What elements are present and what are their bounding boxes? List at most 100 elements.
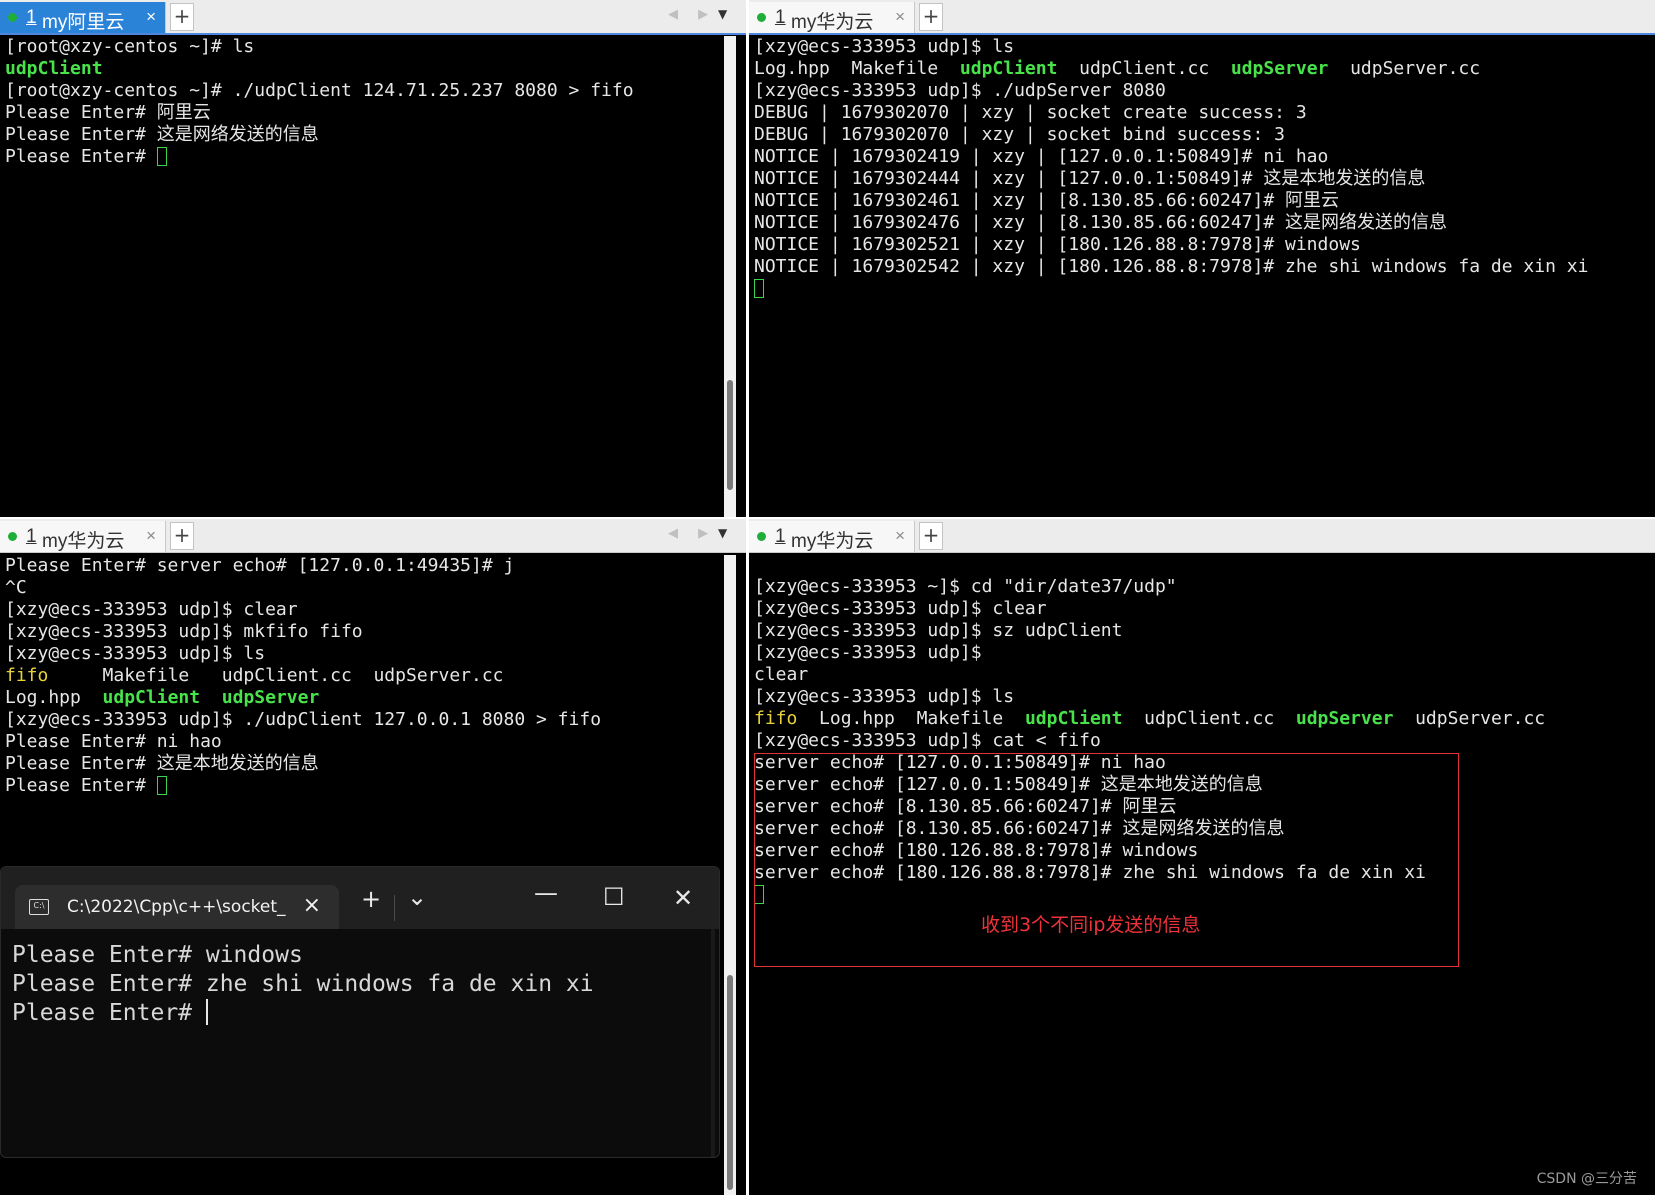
tab-huawei[interactable]: 1 my华为云 × <box>749 521 915 552</box>
maximize-button[interactable]: ☐ <box>603 883 625 911</box>
terminal-line: [xzy@ecs-333953 udp]$ ls <box>754 686 1655 708</box>
terminal-text: DEBUG | 1679302070 | xzy | socket bind s… <box>754 124 1286 145</box>
terminal-text: [xzy@ecs-333953 udp]$ ./udpClient 127.0.… <box>5 709 602 730</box>
connected-status-dot <box>8 532 17 541</box>
tab-windows-terminal[interactable]: C:\ C:\2022\Cpp\c++\socket_ × <box>15 885 339 929</box>
terminal-line: Log.hpp udpClient udpServer <box>5 687 746 709</box>
minimize-button[interactable]: — <box>534 879 558 907</box>
terminal-text: udpServer <box>1230 58 1329 79</box>
terminal-line: Please Enter# <box>5 775 746 797</box>
terminal-text: [xzy@ecs-333953 ~]$ cd "dir/date37/udp" <box>754 576 1177 597</box>
tab-nav-arrows-icon[interactable]: ◀ ▶ <box>668 526 716 541</box>
terminal-line: Please Enter# 阿里云 <box>5 102 746 124</box>
close-icon[interactable]: × <box>895 7 905 27</box>
chevron-down-icon[interactable]: ▼ <box>718 7 727 21</box>
close-icon[interactable]: × <box>146 526 156 546</box>
terminal-text: [xzy@ecs-333953 udp]$ sz udpClient <box>754 620 1123 641</box>
terminal-text: udpClient <box>1024 708 1123 729</box>
new-tab-button[interactable]: + <box>361 885 381 913</box>
terminal-text: udpServer.cc <box>1328 58 1481 79</box>
terminal-text: [xzy@ecs-333953 udp]$ ls <box>754 686 1015 707</box>
add-tab-button[interactable]: + <box>170 3 194 31</box>
terminal-line: [xzy@ecs-333953 ~]$ cd "dir/date37/udp" <box>754 576 1655 598</box>
terminal-line: Please Enter# server echo# [127.0.0.1:49… <box>5 555 746 577</box>
chevron-down-icon[interactable]: ▼ <box>718 526 727 540</box>
terminal-line: [xzy@ecs-333953 udp]$ cat < fifo <box>754 730 1655 752</box>
terminal-pane-aliyun[interactable]: 1 my阿里云 × + ◀ ▶ ▼ [root@xzy-centos ~]# l… <box>0 0 746 517</box>
close-icon[interactable]: × <box>146 7 156 27</box>
windows-terminal-window[interactable]: C:\ C:\2022\Cpp\c++\socket_ × + ⌄ — ☐ ✕ … <box>0 866 720 1158</box>
scrollbar-thumb[interactable] <box>727 975 733 1190</box>
terminal-text: NOTICE | 1679302542 | xzy | [180.126.88.… <box>754 256 1589 277</box>
terminal-text: Please Enter# server echo# [127.0.0.1:49… <box>5 555 515 576</box>
terminal-output[interactable]: Please Enter# server echo# [127.0.0.1:49… <box>5 555 746 797</box>
tab-label: my阿里云 <box>42 12 125 33</box>
scrollbar[interactable] <box>724 555 736 1195</box>
terminal-text: fifo <box>754 708 798 729</box>
tab-huawei[interactable]: 1 my华为云 × <box>0 521 166 552</box>
terminal-line: clear <box>754 664 1655 686</box>
terminal-text: [xzy@ecs-333953 udp]$ ls <box>754 36 1015 57</box>
terminal-output[interactable]: Please Enter# windows Please Enter# zhe s… <box>12 941 719 1028</box>
terminal-text: [xzy@ecs-333953 udp]$ mkfifo fifo <box>5 621 363 642</box>
connected-status-dot <box>8 13 17 22</box>
text-cursor <box>156 147 167 166</box>
terminal-text: udpServer <box>221 687 320 708</box>
terminal-text: NOTICE | 1679302476 | xzy | [8.130.85.66… <box>754 212 1448 233</box>
terminal-text: [xzy@ecs-333953 udp]$ clear <box>754 598 1047 619</box>
terminal-text: NOTICE | 1679302419 | xzy | [127.0.0.1:5… <box>754 146 1329 167</box>
terminal-line: NOTICE | 1679302419 | xzy | [127.0.0.1:5… <box>754 146 1655 168</box>
terminal-text: [xzy@ecs-333953 udp]$ clear <box>5 599 298 620</box>
terminal-line: [xzy@ecs-333953 udp]$ sz udpClient <box>754 620 1655 642</box>
tab-label: my华为云 <box>42 531 125 552</box>
terminal-line: [xzy@ecs-333953 udp]$ ./udpServer 8080 <box>754 80 1655 102</box>
tab-huawei[interactable]: 1 my华为云 × <box>749 2 915 33</box>
text-caret <box>205 999 208 1025</box>
terminal-text: Please Enter# <box>12 1000 206 1026</box>
terminal-text: [xzy@ecs-333953 udp]$ ./udpServer 8080 <box>754 80 1166 101</box>
close-icon[interactable]: × <box>895 526 905 546</box>
terminal-line: [xzy@ecs-333953 udp]$ ./udpClient 127.0.… <box>5 709 746 731</box>
add-tab-button[interactable]: + <box>919 522 943 550</box>
terminal-line: Please Enter# <box>5 146 746 168</box>
terminal-text: Please Enter# windows <box>12 942 303 968</box>
text-cursor <box>754 279 764 298</box>
scrollbar-thumb[interactable] <box>727 380 733 490</box>
text-cursor <box>156 776 167 795</box>
terminal-line: [xzy@ecs-333953 udp]$ mkfifo fifo <box>5 621 746 643</box>
terminal-line: fifo Makefile udpClient.cc udpServer.cc <box>5 665 746 687</box>
terminal-output[interactable]: [xzy@ecs-333953 udp]$ ls Log.hpp Makefile… <box>754 36 1655 300</box>
terminal-text: udpClient <box>5 58 103 79</box>
terminal-output[interactable]: [root@xzy-centos ~]# ls udpClient [root@xz… <box>5 36 746 168</box>
tab-bar: 1 my华为云 × + <box>749 0 1655 35</box>
terminal-line: [root@xzy-centos ~]# ./udpClient 124.71.… <box>5 80 746 102</box>
terminal-line: Please Enter# zhe shi windows fa de xin … <box>12 970 719 999</box>
tab-number: 1 <box>775 526 786 547</box>
tab-aliyun[interactable]: 1 my阿里云 × <box>0 2 166 33</box>
terminal-text: [root@xzy-centos ~]# ls <box>5 36 255 57</box>
terminal-line: NOTICE | 1679302444 | xzy | [127.0.0.1:5… <box>754 168 1655 190</box>
terminal-line: DEBUG | 1679302070 | xzy | socket create… <box>754 102 1655 124</box>
terminal-line: Log.hpp Makefile udpClient udpClient.cc … <box>754 58 1655 80</box>
terminal-line: NOTICE | 1679302542 | xzy | [180.126.88.… <box>754 256 1655 278</box>
tab-nav-arrows-icon[interactable]: ◀ ▶ <box>668 7 716 22</box>
terminal-text: udpServer <box>1295 708 1394 729</box>
connected-status-dot <box>757 532 766 541</box>
scrollbar[interactable] <box>724 36 736 517</box>
terminal-line: Please Enter# windows <box>12 941 719 970</box>
add-tab-button[interactable]: + <box>170 522 194 550</box>
terminal-text: [xzy@ecs-333953 udp]$ ls <box>5 643 266 664</box>
tab-label: my华为云 <box>791 531 874 552</box>
terminal-pane-huawei-server[interactable]: 1 my华为云 × + [xzy@ecs-333953 udp]$ ls Log.… <box>749 0 1655 517</box>
chevron-down-icon[interactable]: ⌄ <box>407 883 427 911</box>
add-tab-button[interactable]: + <box>919 3 943 31</box>
terminal-text: clear <box>754 664 809 685</box>
terminal-line <box>754 278 1655 300</box>
terminal-line: NOTICE | 1679302461 | xzy | [8.130.85.66… <box>754 190 1655 212</box>
terminal-text: Please Enter# <box>5 775 157 796</box>
scrollbar[interactable] <box>711 929 715 1157</box>
close-tab-icon[interactable]: × <box>303 893 321 918</box>
close-window-button[interactable]: ✕ <box>673 884 693 912</box>
tab-number: 1 <box>775 7 786 28</box>
title-bar[interactable]: C:\ C:\2022\Cpp\c++\socket_ × + ⌄ — ☐ ✕ <box>1 867 719 929</box>
